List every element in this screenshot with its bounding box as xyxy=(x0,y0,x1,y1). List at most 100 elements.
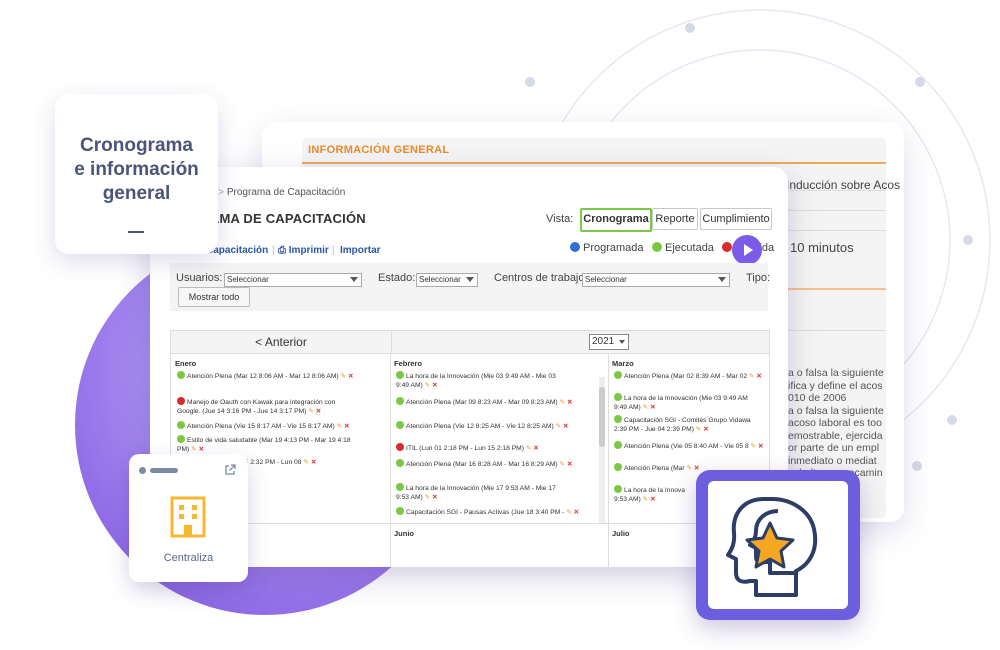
edit-icon[interactable]: ✎ xyxy=(306,408,314,415)
calendar-event[interactable]: Atención Plena (Vie 12 8:25 AM - Vie 12 … xyxy=(396,421,569,431)
calendar-event[interactable]: Estilo de vida saludable (Mar 19 4:13 PM… xyxy=(177,435,351,454)
delete-icon[interactable]: ✕ xyxy=(701,426,709,433)
calendar-event[interactable]: Capacitación SGI - Comités Grupo Vidawa 2… xyxy=(614,415,751,434)
delete-icon[interactable]: ✕ xyxy=(648,404,656,411)
delete-icon[interactable]: ✕ xyxy=(430,382,438,389)
status-dot xyxy=(396,371,404,379)
centraliza-card: Centraliza xyxy=(129,454,248,582)
status-dot xyxy=(614,463,622,471)
edit-icon[interactable]: ✎ xyxy=(558,461,566,468)
usuarios-select[interactable]: Seleccionar xyxy=(224,273,362,287)
delete-icon[interactable]: ✕ xyxy=(648,496,656,503)
view-cumplimiento-button[interactable]: Cumplimiento xyxy=(700,208,772,230)
calendar-event[interactable]: Atención Plena (Mar ✎ ✕ xyxy=(614,463,700,473)
month-name: Enero xyxy=(175,359,197,368)
calendar-event[interactable]: ITIL (Lun 01 2:18 PM - Lun 15 2:18 PM) ✎… xyxy=(396,443,539,453)
status-dot xyxy=(614,393,622,401)
febrero-scrollbar[interactable] xyxy=(599,377,605,523)
info-paragraph-line: inmediato o mediat xyxy=(788,454,877,467)
calendar-event[interactable]: La hora de la Innovación (Mie 03 9:49 AM… xyxy=(614,393,748,412)
view-reporte-button[interactable]: Reporte xyxy=(652,208,698,230)
delete-icon[interactable]: ✕ xyxy=(430,494,438,501)
edit-icon[interactable]: ✎ xyxy=(747,373,755,380)
month-junio: Junio xyxy=(394,529,414,538)
delete-icon[interactable]: ✕ xyxy=(346,373,354,380)
delete-icon[interactable]: ✕ xyxy=(755,373,762,380)
calendar-event[interactable]: Capacitación SGI - Pausas Activas (Jue 1… xyxy=(396,507,579,517)
head-star-icon xyxy=(726,497,818,597)
status-dot xyxy=(396,421,404,429)
event-text: Atención Plena (Vie 05 8:40 AM - Vie 05 … xyxy=(624,443,749,450)
estado-select[interactable]: Seleccionar xyxy=(416,273,478,287)
building-icon xyxy=(170,496,206,538)
external-link-icon[interactable] xyxy=(224,464,236,476)
calendar-event[interactable]: Manejo de Oauth con Kawak para integraci… xyxy=(177,397,335,416)
calendar-event[interactable]: Atención Plena (Mar 12 8:06 AM - Mar 12 … xyxy=(177,371,354,381)
status-dot xyxy=(614,415,622,423)
calendar-event[interactable]: Atención Plena (Vie 05 8:40 AM - Vie 05 … xyxy=(614,441,764,451)
status-dot xyxy=(614,371,622,379)
delete-icon[interactable]: ✕ xyxy=(314,408,322,415)
delete-icon[interactable]: ✕ xyxy=(565,399,573,406)
mostrar-todo-button[interactable]: Mostrar todo xyxy=(178,287,250,307)
calendar-event[interactable]: Atención Plena (Mar 02 8:39 AM - Mar 02 … xyxy=(614,371,762,381)
status-dot xyxy=(177,435,185,443)
delete-icon[interactable]: ✕ xyxy=(342,423,350,430)
edit-icon[interactable]: ✎ xyxy=(189,446,197,453)
event-text: Atención Plena (Vie 15 8:17 AM - Vie 15 … xyxy=(187,423,335,430)
calendar-event[interactable]: La hora de la Innovación (Mie 03 9:49 AM… xyxy=(396,371,556,390)
edit-icon[interactable]: ✎ xyxy=(685,465,692,472)
event-text: La hora de la Innovación (Mie 17 9:53 AM… xyxy=(406,485,556,492)
info-paragraph-line: a o falsa la siguiente xyxy=(788,404,884,417)
year-select[interactable]: 2021 xyxy=(589,334,629,350)
delete-icon[interactable]: ✕ xyxy=(572,509,580,516)
status-dot xyxy=(177,371,185,379)
feature-label-text: Cronograma e información general xyxy=(74,135,199,204)
status-dot xyxy=(396,507,404,515)
status-dot xyxy=(614,485,622,493)
breadcrumb-item-program[interactable]: Programa de Capacitación xyxy=(227,187,345,198)
previous-button[interactable]: < Anterior xyxy=(171,331,392,353)
edit-icon[interactable]: ✎ xyxy=(302,459,309,466)
delete-icon[interactable]: ✕ xyxy=(197,446,205,453)
edit-icon[interactable]: ✎ xyxy=(558,399,566,406)
delete-icon[interactable]: ✕ xyxy=(692,465,700,472)
event-text: Atención Plena (Mar 16 8:28 AM - Mar 16 … xyxy=(406,461,558,468)
edit-icon[interactable]: ✎ xyxy=(564,509,572,516)
event-text: Atención Plena (Mar xyxy=(624,465,685,472)
event-text: 9:53 AM) xyxy=(614,496,641,503)
status-dot xyxy=(177,421,185,429)
delete-icon[interactable]: ✕ xyxy=(565,461,573,468)
event-text: Estilo de vida saludable (Mar 19 4:13 PM… xyxy=(187,437,351,444)
calendar-event[interactable]: Atención Plena (Mar 09 8:23 AM - Mar 09 … xyxy=(396,397,573,407)
status-dot xyxy=(396,459,404,467)
month-name: Marzo xyxy=(612,359,634,368)
legend-ejecutada: Ejecutada xyxy=(652,242,714,254)
delete-icon[interactable]: ✕ xyxy=(531,445,539,452)
status-dot xyxy=(614,441,622,449)
calendar-event[interactable]: La hora de la Innovación (Mie 17 9:53 AM… xyxy=(396,483,556,502)
delete-icon[interactable]: ✕ xyxy=(561,423,569,430)
event-text: Manejo de Oauth con Kawak para integraci… xyxy=(187,399,336,406)
centros-label: Centros de trabajo: xyxy=(494,272,588,284)
play-icon[interactable] xyxy=(732,235,762,265)
info-paragraph-line: or parte de un empl xyxy=(788,442,880,454)
event-text: 9:49 AM) xyxy=(396,382,423,389)
calendar-event[interactable]: Atención Plena (Vie 15 8:17 AM - Vie 15 … xyxy=(177,421,350,431)
view-label: Vista: xyxy=(546,213,574,225)
event-text: La hora de la Innovación (Mie 03 9:49 AM… xyxy=(406,373,556,380)
view-cronograma-button[interactable]: Cronograma xyxy=(580,208,652,232)
event-text: La hora de la Innova xyxy=(624,487,685,494)
status-dot xyxy=(396,397,404,405)
calendar-event[interactable]: La hora de la Innova 9:53 AM) ✎ ✕ xyxy=(614,485,685,504)
import-link[interactable]: Importar xyxy=(340,245,381,256)
calendar-event[interactable]: Atención Plena (Mar 16 8:28 AM - Mar 16 … xyxy=(396,459,573,469)
usuarios-label: Usuarios: xyxy=(176,272,223,284)
centros-select[interactable]: Seleccionar xyxy=(582,273,730,287)
info-row-duration: 10 minutos xyxy=(790,240,854,255)
delete-icon[interactable]: ✕ xyxy=(756,443,764,450)
print-link[interactable]: ⎙ Imprimir xyxy=(278,245,329,256)
month-name: Febrero xyxy=(394,359,422,368)
delete-icon[interactable]: ✕ xyxy=(309,459,317,466)
edit-icon[interactable]: ✎ xyxy=(339,373,347,380)
